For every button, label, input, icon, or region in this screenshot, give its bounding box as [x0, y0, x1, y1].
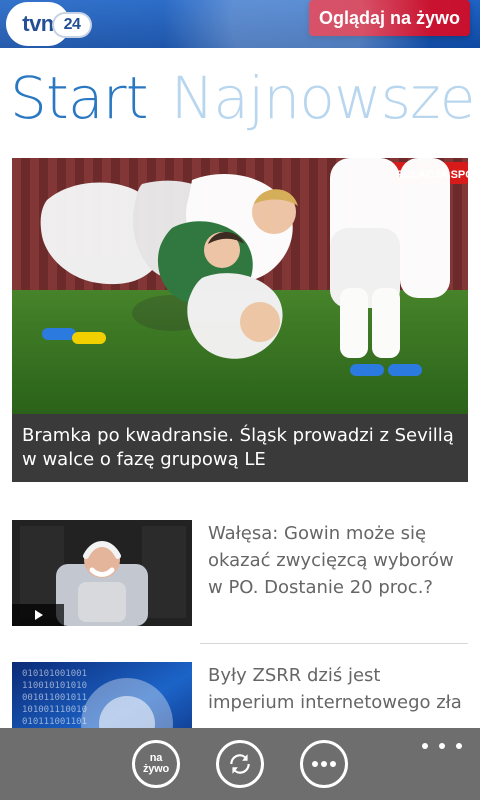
- news-item-1[interactable]: Wałęsa: Gowin może się okazać zwycięzcą …: [12, 520, 468, 626]
- svg-text:010111001101: 010111001101: [22, 717, 87, 727]
- pivot-item-next[interactable]: Najnowsze Po: [171, 58, 480, 138]
- overflow-dot-1: [422, 743, 428, 749]
- news-thumbnail-1: [12, 520, 192, 626]
- news-title-1: Wałęsa: Gowin może się okazać zwycięzcą …: [208, 523, 454, 598]
- header-bar: tvn 24 Oglądaj na żywo: [0, 0, 480, 48]
- appbar-live-button[interactable]: na żywo: [132, 740, 180, 788]
- svg-text:101001110010: 101001110010: [22, 705, 87, 715]
- app-bar: na żywo: [0, 728, 480, 800]
- pivot-item-start[interactable]: Start: [10, 58, 148, 138]
- appbar-refresh-button[interactable]: [216, 740, 264, 788]
- pivot-header: Start Najnowsze Po: [10, 58, 480, 138]
- appbar-live-label: na żywo: [142, 752, 170, 775]
- svg-text:001011001011: 001011001011: [22, 693, 87, 703]
- play-overlay: [12, 604, 64, 626]
- tvn24-logo[interactable]: tvn 24: [6, 2, 92, 46]
- refresh-icon: [230, 754, 250, 774]
- svg-text:110010101010: 110010101010: [22, 681, 87, 691]
- news-divider: [200, 643, 468, 644]
- hero-caption: Bramka po kwadransie. Śląsk prowadzi z S…: [12, 414, 468, 482]
- overflow-dot-3: [456, 743, 462, 749]
- news-title-2: Były ZSRR dziś jest imperium internetowe…: [208, 665, 462, 713]
- overflow-dot-2: [439, 743, 445, 749]
- hero-image-art: RELACJA SPO: [12, 158, 468, 414]
- appbar-overflow-dots[interactable]: [422, 738, 462, 754]
- logo-suffix-badge: 24: [52, 12, 92, 38]
- hero-article[interactable]: RELACJA SPO: [12, 158, 468, 482]
- hero-image: RELACJA SPO: [12, 158, 468, 414]
- appbar-more-button[interactable]: [300, 740, 348, 788]
- svg-text:010101001001: 010101001001: [22, 669, 87, 679]
- watch-live-button[interactable]: Oglądaj na żywo: [308, 0, 470, 36]
- play-icon: [35, 610, 43, 620]
- logo-main-text: tvn: [22, 11, 54, 36]
- more-icon: [312, 761, 336, 767]
